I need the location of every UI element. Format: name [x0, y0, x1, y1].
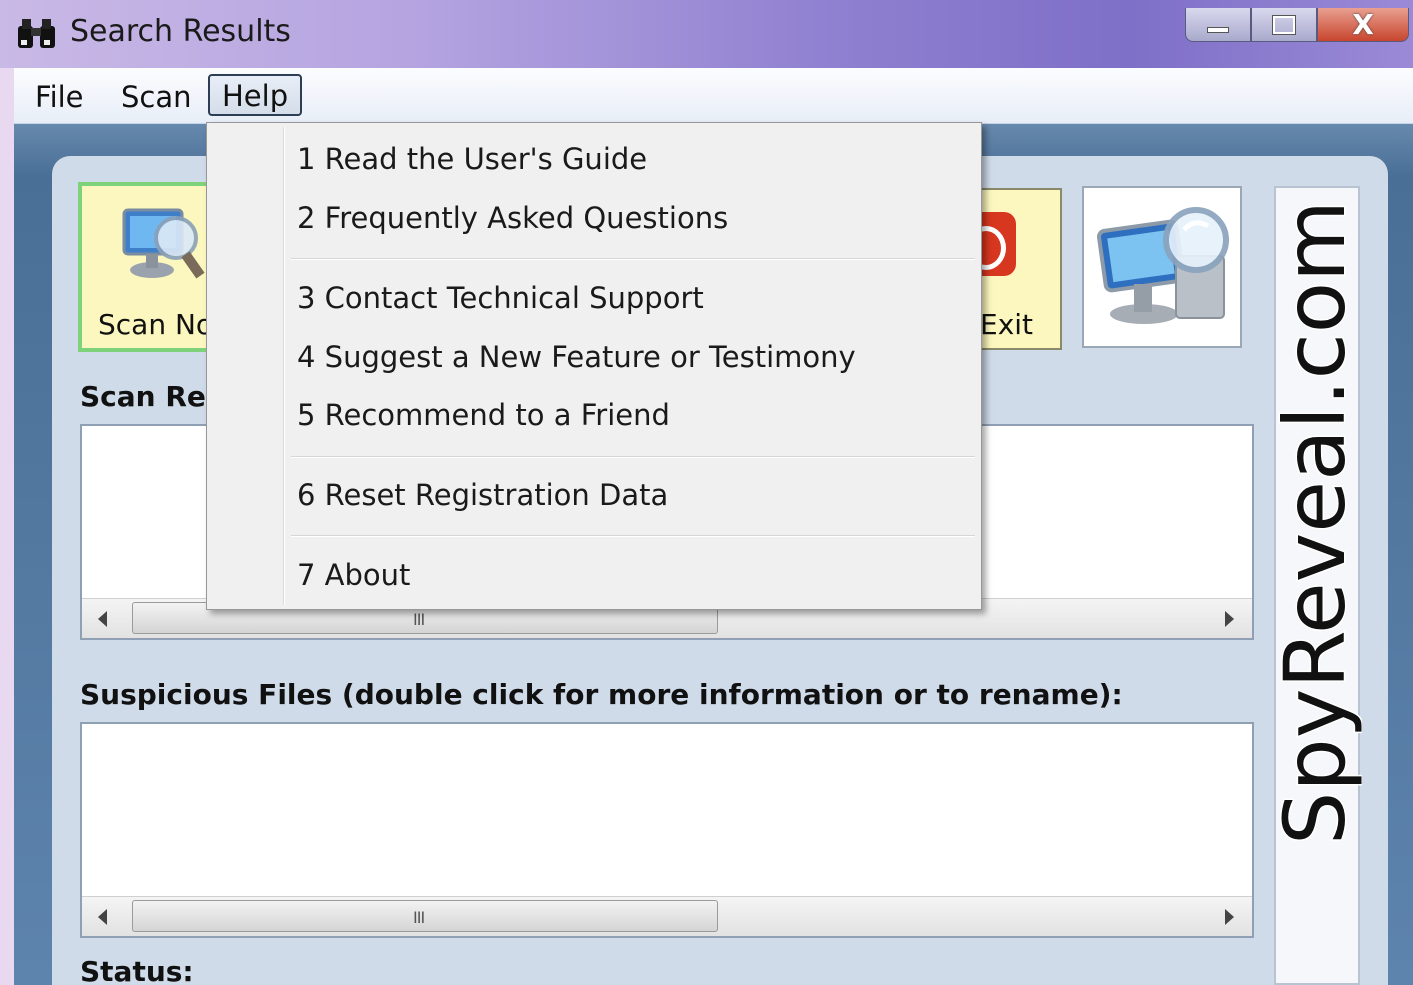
- brand-text: SpyReveal.com: [1276, 200, 1362, 845]
- suspicious-files-list[interactable]: III: [80, 722, 1254, 938]
- logo-button[interactable]: [1082, 186, 1242, 348]
- scroll-left-icon[interactable]: [98, 909, 107, 925]
- menu-item-recommend-friend[interactable]: 5 Recommend to a Friend: [297, 395, 670, 435]
- menu-item-faq[interactable]: 2 Frequently Asked Questions: [297, 198, 728, 238]
- scrollbar-thumb[interactable]: III: [132, 900, 718, 932]
- grip-icon: III: [413, 908, 425, 927]
- brand-logo: SpyReveal.com: [1276, 199, 1362, 847]
- menu-help[interactable]: Help: [208, 74, 303, 116]
- brand-strip: SpyReveal.com: [1274, 186, 1362, 985]
- maximize-icon: [1272, 14, 1296, 35]
- menu-gutter: [283, 127, 285, 605]
- scroll-right-icon[interactable]: [1225, 909, 1234, 925]
- maximize-button[interactable]: [1251, 8, 1317, 42]
- computer-magnifier-icon: [1096, 207, 1229, 324]
- menu-separator: [291, 535, 975, 537]
- status-label: Status:: [80, 955, 194, 985]
- minimize-button[interactable]: [1185, 8, 1251, 42]
- menu-separator: [291, 258, 975, 260]
- menu-item-contact-support[interactable]: 3 Contact Technical Support: [297, 278, 704, 318]
- computer-scan-icon: [122, 208, 205, 279]
- menu-separator: [291, 456, 975, 458]
- suspicious-files-label: Suspicious Files (double click for more …: [80, 678, 1123, 711]
- window-title: Search Results: [70, 14, 291, 49]
- exit-label: Exit: [980, 308, 1034, 341]
- grip-icon: III: [413, 610, 425, 629]
- menu-item-reset-registration[interactable]: 6 Reset Registration Data: [297, 475, 668, 515]
- window-controls: X: [1185, 8, 1409, 44]
- menu-item-suggest-feature[interactable]: 4 Suggest a New Feature or Testimony: [297, 337, 856, 377]
- binoculars-icon: [18, 19, 55, 48]
- scroll-right-icon[interactable]: [1225, 611, 1234, 627]
- help-dropdown-menu: 1 Read the User's Guide 2 Frequently Ask…: [206, 122, 982, 610]
- menu-scan[interactable]: Scan: [108, 76, 205, 118]
- menu-item-users-guide[interactable]: 1 Read the User's Guide: [297, 139, 647, 179]
- close-button[interactable]: X: [1317, 8, 1409, 42]
- menu-item-about[interactable]: 7 About: [297, 555, 410, 595]
- title-bar: Search Results X: [0, 0, 1413, 68]
- suspicious-files-scrollbar[interactable]: III: [82, 896, 1252, 936]
- exit-button[interactable]: Exit: [966, 188, 1062, 350]
- scroll-left-icon[interactable]: [98, 611, 107, 627]
- minimize-icon: [1207, 26, 1229, 33]
- menu-bar: File Scan Help: [14, 68, 1413, 124]
- close-icon: X: [1352, 8, 1374, 41]
- menu-file[interactable]: File: [22, 76, 97, 118]
